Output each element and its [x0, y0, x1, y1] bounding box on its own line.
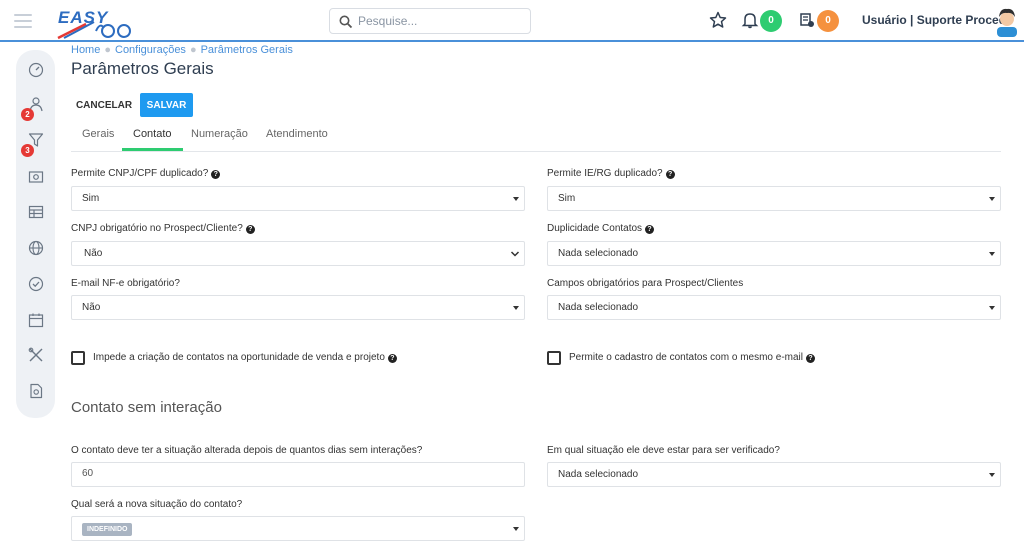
cancel-button[interactable]: CANCELAR: [71, 93, 137, 117]
situacao-verif-label: Em qual situação ele deve estar para ser…: [547, 445, 780, 456]
caret-down-icon: [513, 306, 519, 310]
dup-contatos-select[interactable]: Nada selecionado: [547, 241, 1001, 266]
globe-icon[interactable]: [28, 240, 44, 256]
ie-dup-label: Permite IE/RG duplicado??: [547, 168, 675, 179]
ie-dup-select[interactable]: Sim: [547, 186, 1001, 211]
permite-cadastro-label: Permite o cadastro de contatos com o mes…: [569, 352, 815, 363]
page-title: Parâmetros Gerais: [71, 59, 214, 78]
nova-situacao-label: Qual será a nova situação do contato?: [71, 499, 243, 510]
help-icon[interactable]: ?: [645, 225, 655, 234]
dias-label: O contato deve ter a situação alterada d…: [71, 445, 423, 456]
dup-contatos-label: Duplicidade Contatos?: [547, 223, 655, 234]
caret-down-icon: [989, 473, 995, 477]
help-icon[interactable]: ?: [245, 225, 255, 234]
search-input[interactable]: [358, 12, 526, 30]
notifications-badge[interactable]: 0: [760, 10, 782, 32]
impede-criacao-checkbox[interactable]: [71, 351, 85, 365]
email-nfe-select[interactable]: Não: [71, 295, 525, 320]
caret-down-icon: [989, 306, 995, 310]
tabs: Gerais Contato Numeração Atendimento: [71, 124, 1001, 152]
tasks-icon[interactable]: [798, 11, 816, 29]
permite-cadastro-checkbox[interactable]: [547, 351, 561, 365]
cnpj-dup-label-text: Permite CNPJ/CPF duplicado?: [71, 168, 209, 179]
search-box[interactable]: [329, 8, 531, 34]
cnpj-obrig-label-text: CNPJ obrigatório no Prospect/Cliente?: [71, 223, 243, 234]
menu-icon[interactable]: [14, 14, 32, 28]
user-label[interactable]: Usuário | Suporte Procedo: [862, 13, 1013, 27]
breadcrumb-home[interactable]: Home: [71, 44, 100, 56]
situacao-verif-value: Nada selecionado: [558, 469, 639, 480]
cnpj-obrig-label: CNPJ obrigatório no Prospect/Cliente??: [71, 223, 255, 234]
nova-situacao-select[interactable]: INDEFINIDO: [71, 516, 525, 541]
dias-input[interactable]: [82, 468, 502, 479]
help-icon[interactable]: ?: [665, 170, 675, 179]
caret-down-icon: [513, 527, 519, 531]
breadcrumb-separator: ●: [104, 44, 111, 56]
search-icon: [339, 15, 353, 29]
tasks-badge[interactable]: 0: [817, 10, 839, 32]
dashboard-icon[interactable]: [28, 62, 44, 78]
tab-gerais[interactable]: Gerais: [82, 128, 114, 148]
help-icon[interactable]: ?: [805, 354, 815, 363]
cnpj-obrig-select[interactable]: Não: [71, 241, 525, 266]
funnel-badge: 3: [21, 144, 34, 157]
dup-contatos-label-text: Duplicidade Contatos: [547, 223, 643, 234]
cnpj-dup-select[interactable]: Sim: [71, 186, 525, 211]
breadcrumb-current[interactable]: Parâmetros Gerais: [201, 44, 293, 56]
tab-numeracao[interactable]: Numeração: [191, 128, 248, 148]
logo[interactable]: EASY: [56, 8, 136, 40]
help-icon[interactable]: ?: [387, 354, 397, 363]
cnpj-dup-value: Sim: [82, 193, 100, 204]
section-title: Contato sem interação: [71, 399, 222, 416]
help-icon[interactable]: ?: [211, 170, 221, 179]
tab-contato[interactable]: Contato: [122, 128, 183, 151]
campos-obrig-value: Nada selecionado: [558, 302, 639, 313]
ie-dup-value: Sim: [558, 193, 576, 204]
caret-down-icon: [513, 197, 519, 201]
logo-mark-icon: [57, 21, 131, 40]
campos-obrig-select[interactable]: Nada selecionado: [547, 295, 1001, 320]
caret-down-icon: [989, 252, 995, 256]
tab-atendimento[interactable]: Atendimento: [266, 128, 328, 148]
situacao-verif-select[interactable]: Nada selecionado: [547, 462, 1001, 487]
ie-dup-label-text: Permite IE/RG duplicado?: [547, 168, 663, 179]
permite-cadastro-label-text: Permite o cadastro de contatos com o mes…: [569, 352, 803, 363]
email-nfe-label: E-mail NF-e obrigatório?: [71, 278, 180, 289]
calendar-icon[interactable]: [28, 312, 44, 328]
cnpj-obrig-value: Não: [84, 248, 103, 259]
breadcrumb: Home ● Configurações ● Parâmetros Gerais: [71, 44, 293, 56]
dup-contatos-value: Nada selecionado: [558, 248, 639, 259]
campos-obrig-label: Campos obrigatórios para Prospect/Client…: [547, 278, 744, 289]
impede-criacao-label: Impede a criação de contatos na oportuni…: [93, 352, 397, 363]
impede-criacao-label-text: Impede a criação de contatos na oportuni…: [93, 352, 385, 363]
star-icon[interactable]: [709, 11, 727, 29]
breadcrumb-config[interactable]: Configurações: [115, 44, 186, 56]
email-nfe-value: Não: [82, 302, 101, 313]
table-icon[interactable]: [28, 204, 44, 220]
sidebar: 2 3: [16, 50, 55, 418]
bell-icon[interactable]: [741, 11, 759, 29]
document-icon[interactable]: [28, 383, 44, 399]
top-bar: EASY 0 0 Usuário | Suporte Procedo: [0, 0, 1024, 42]
status-badge: INDEFINIDO: [82, 523, 133, 536]
tools-icon[interactable]: [28, 347, 44, 363]
caret-down-icon: [989, 197, 995, 201]
money-icon[interactable]: [28, 169, 44, 185]
cnpj-dup-label: Permite CNPJ/CPF duplicado??: [71, 168, 221, 179]
user-badge: 2: [21, 108, 34, 121]
save-button[interactable]: SALVAR: [140, 93, 193, 117]
check-circle-icon[interactable]: [28, 276, 44, 292]
chevron-down-icon: [510, 251, 520, 257]
dias-field[interactable]: [71, 462, 525, 487]
avatar[interactable]: [994, 5, 1020, 37]
breadcrumb-separator: ●: [189, 44, 197, 56]
